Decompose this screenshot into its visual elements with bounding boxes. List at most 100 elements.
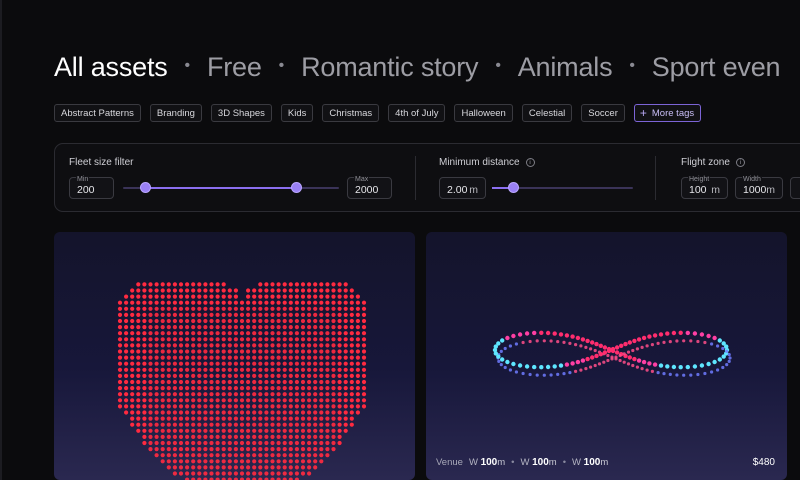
drone-light <box>288 294 293 299</box>
drone-light <box>313 361 318 366</box>
drone-light <box>166 288 171 293</box>
tag-celestial[interactable]: Celestial <box>521 104 573 122</box>
drone-light <box>227 343 232 348</box>
drone-light <box>355 386 360 391</box>
drone-light <box>682 339 686 343</box>
minimum-distance-thumb[interactable] <box>508 182 520 193</box>
drone-light <box>172 337 177 342</box>
drone-light <box>282 331 287 336</box>
tag-branding[interactable]: Branding <box>149 104 202 122</box>
drone-light <box>319 331 324 336</box>
drone-light <box>313 428 318 433</box>
drone-light <box>215 288 220 293</box>
category-animals[interactable]: Animals <box>518 52 613 83</box>
minimum-distance-input[interactable]: 2.00 m <box>439 177 486 199</box>
drone-light <box>696 339 700 344</box>
asset-card-heart[interactable] <box>54 232 415 480</box>
drone-light <box>685 364 690 370</box>
drone-light <box>203 318 208 324</box>
drone-light <box>197 355 202 360</box>
drone-light <box>727 359 731 363</box>
flight-zone-width-input[interactable]: Width 1000 m <box>735 176 783 199</box>
drone-light <box>124 325 129 330</box>
drone-light <box>130 379 135 385</box>
drone-light <box>221 410 226 415</box>
drone-light <box>622 360 626 364</box>
drone-light <box>191 422 196 427</box>
drone-light <box>221 361 226 366</box>
drone-light <box>209 422 214 427</box>
tag-4th-of-july[interactable]: 4th of July <box>388 104 446 122</box>
drone-light <box>203 355 208 360</box>
tag-christmas[interactable]: Christmas <box>322 104 380 122</box>
drone-light <box>276 392 281 397</box>
category-all-assets[interactable]: All assets <box>54 52 168 83</box>
drone-light <box>160 343 165 348</box>
drone-light <box>282 373 287 378</box>
drone-light <box>300 379 306 385</box>
drone-light <box>246 465 251 470</box>
drone-light <box>300 440 306 446</box>
fleet-min-label: Min <box>76 176 90 183</box>
drone-light <box>349 288 354 293</box>
drone-light <box>270 428 275 433</box>
drone-light <box>556 372 560 376</box>
drone-light <box>233 398 238 403</box>
drone-light <box>209 434 214 439</box>
flight-zone-height-input[interactable]: Height 100 m <box>681 176 728 199</box>
drone-light <box>343 404 348 409</box>
tag-3d-shapes[interactable]: 3D Shapes <box>210 104 272 122</box>
info-icon[interactable]: i <box>735 158 745 167</box>
drone-light <box>496 354 501 359</box>
more-tags-button[interactable]: + More tags <box>633 104 702 122</box>
drone-light <box>203 422 208 427</box>
tag-kids[interactable]: Kids <box>280 104 314 122</box>
asset-card-infinity[interactable]: Venue W 100m • W 100m • W 100m $480 <box>426 232 787 480</box>
drone-light <box>191 306 196 311</box>
drone-light <box>349 312 354 317</box>
drone-light <box>239 434 245 439</box>
drone-light <box>258 312 263 317</box>
drone-light <box>270 367 275 372</box>
fleet-range-slider[interactable] <box>123 182 339 193</box>
drone-light <box>154 404 159 409</box>
drone-light <box>203 300 208 305</box>
minimum-distance-slider[interactable] <box>492 182 633 193</box>
drone-light <box>337 386 342 391</box>
drone-light <box>191 471 196 476</box>
drone-light <box>209 453 214 458</box>
drone-light <box>349 306 354 311</box>
fleet-max-input[interactable]: Max 2000 <box>347 176 392 199</box>
drone-light <box>172 361 177 366</box>
drone-light <box>221 386 226 391</box>
category-romantic-story[interactable]: Romantic story <box>301 52 478 83</box>
drone-light <box>497 359 501 363</box>
drone-light <box>288 282 293 287</box>
drone-light <box>221 343 226 348</box>
drone-light <box>712 335 717 341</box>
category-free[interactable]: Free <box>207 52 262 83</box>
drone-light <box>349 410 354 415</box>
drone-light <box>203 440 208 446</box>
drone-light <box>258 416 263 421</box>
drone-light <box>325 434 330 439</box>
fleet-range-fill <box>144 187 296 189</box>
fleet-min-thumb[interactable] <box>139 182 151 193</box>
info-icon[interactable]: i <box>525 158 535 167</box>
fleet-min-input[interactable]: Min 200 <box>69 176 114 199</box>
tag-soccer[interactable]: Soccer <box>581 104 625 122</box>
drone-light <box>148 300 153 305</box>
drone-light <box>706 333 711 339</box>
flight-zone-length-input[interactable] <box>790 177 800 199</box>
category-sport-events[interactable]: Sport even <box>652 52 781 83</box>
drone-light <box>325 398 330 403</box>
drone-light <box>307 282 312 287</box>
drone-light <box>313 453 318 458</box>
drone-light <box>203 367 208 372</box>
tag-halloween[interactable]: Halloween <box>454 104 513 122</box>
drone-light <box>185 367 190 372</box>
drone-light <box>172 410 177 415</box>
drone-light <box>710 342 714 346</box>
fleet-max-thumb[interactable] <box>290 182 302 193</box>
tag-abstract-patterns[interactable]: Abstract Patterns <box>54 104 141 122</box>
